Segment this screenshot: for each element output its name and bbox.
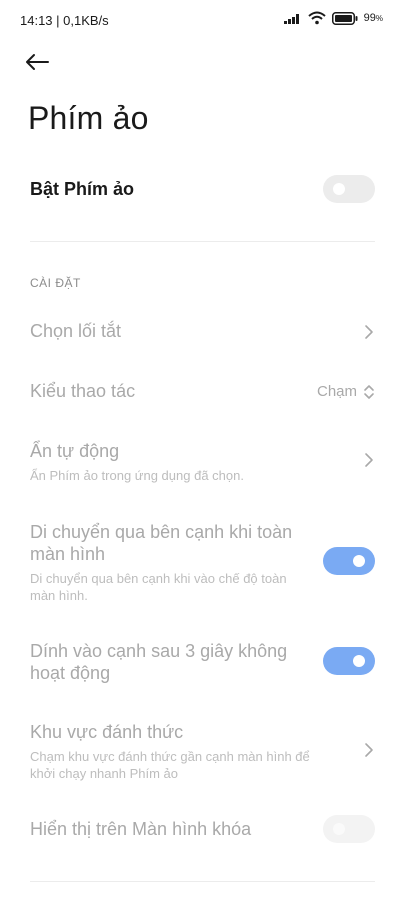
stick-edge-title-line2: hoạt động xyxy=(30,663,111,683)
enable-quick-ball-row[interactable]: Bật Phím ảo xyxy=(0,168,405,212)
auto-hide-row[interactable]: Ẩn tự động Ẩn Phím ảo trong ứng dụng đã … xyxy=(0,430,405,490)
fullscreen-side-description-line2: màn hình. xyxy=(30,588,88,603)
divider xyxy=(30,881,375,882)
wifi-icon xyxy=(307,11,326,25)
back-button[interactable] xyxy=(24,48,56,76)
action-type-label: Kiểu thao tác xyxy=(30,381,136,401)
choose-shortcut-label: Chọn lối tắt xyxy=(30,321,122,341)
enable-quick-ball-label: Bật Phím ảo xyxy=(30,179,135,199)
signal-icon xyxy=(283,14,299,24)
fullscreen-side-row[interactable]: Di chuyển qua bên cạnh khi toàn màn hình… xyxy=(0,512,405,612)
fullscreen-side-title-line2: màn hình xyxy=(30,544,106,564)
action-type-value: Chạm xyxy=(316,383,357,400)
fullscreen-side-title-line1: Di chuyển qua bên cạnh khi toàn xyxy=(30,522,293,542)
chevron-right-icon xyxy=(365,743,373,757)
section-header: CÀI ĐẶT xyxy=(30,276,81,290)
wake-area-row[interactable]: Khu vực đánh thức Chạm khu vực đánh thức… xyxy=(0,712,405,792)
chevron-updown-icon xyxy=(364,385,374,399)
fullscreen-side-toggle[interactable] xyxy=(323,547,375,575)
enable-quick-ball-toggle[interactable] xyxy=(323,175,375,203)
battery-icon xyxy=(331,11,358,25)
battery-percent: 99% xyxy=(363,12,383,24)
chevron-right-icon xyxy=(365,325,373,339)
status-time: 14:13 | 0,1KB/s xyxy=(20,13,109,28)
wake-area-description-line2: khởi chạy nhanh Phím ảo xyxy=(30,766,179,781)
auto-hide-description: Ẩn Phím ảo trong ứng dụng đã chọn. xyxy=(30,468,244,483)
page-title: Phím ảo xyxy=(28,100,149,136)
divider xyxy=(30,241,375,242)
wake-area-label: Khu vực đánh thức xyxy=(30,722,184,742)
stick-edge-toggle[interactable] xyxy=(323,647,375,675)
action-type-row[interactable]: Kiểu thao tác Chạm xyxy=(0,370,405,414)
back-arrow-icon xyxy=(26,54,49,70)
stick-edge-row[interactable]: Dính vào cạnh sau 3 giây không hoạt động xyxy=(0,632,405,692)
auto-hide-label: Ẩn tự động xyxy=(30,441,120,461)
status-bar: 14:13 | 0,1KB/s 99% xyxy=(0,0,405,40)
choose-shortcut-row[interactable]: Chọn lối tắt xyxy=(0,310,405,354)
lock-screen-row[interactable]: Hiển thị trên Màn hình khóa xyxy=(0,808,405,852)
lock-screen-toggle[interactable] xyxy=(323,815,375,843)
fullscreen-side-description-line1: Di chuyển qua bên cạnh khi vào chế độ to… xyxy=(30,571,287,586)
status-icons: 99% xyxy=(283,11,383,25)
wake-area-description-line1: Chạm khu vực đánh thức gần cạnh màn hình… xyxy=(30,749,310,764)
stick-edge-title-line1: Dính vào cạnh sau 3 giây không xyxy=(30,641,288,661)
chevron-right-icon xyxy=(365,453,373,467)
lock-screen-label: Hiển thị trên Màn hình khóa xyxy=(30,819,252,839)
